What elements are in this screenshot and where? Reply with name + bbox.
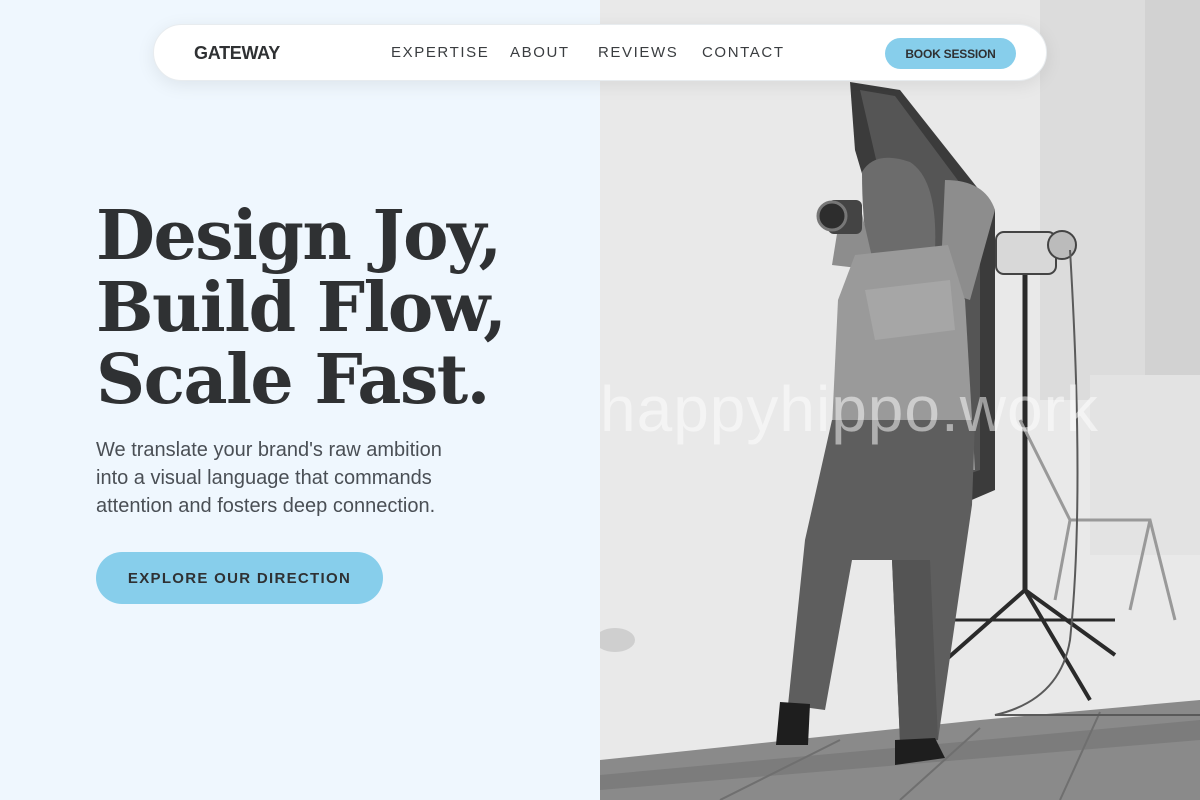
brand-logo[interactable]: GATEWAY — [194, 43, 280, 64]
nav-link-expertise[interactable]: EXPERTISE — [391, 44, 489, 61]
headline-line-1: Design Joy, — [96, 196, 502, 276]
hero-section: Design Joy, Build Flow, Scale Fast. We t… — [0, 0, 600, 800]
nav-link-contact[interactable]: CONTACT — [702, 44, 785, 61]
hero-photo: happyhippo.work — [600, 0, 1200, 800]
subtext-line-3: attention and fosters deep connection. — [96, 495, 436, 517]
nav-link-reviews[interactable]: REVIEWS — [598, 44, 678, 61]
headline-line-3: Scale Fast. — [96, 340, 490, 420]
explore-direction-button[interactable]: EXPLORE OUR DIRECTION — [96, 552, 383, 604]
book-session-button[interactable]: BOOK SESSION — [885, 38, 1016, 69]
headline-line-2: Build Flow, — [96, 268, 507, 348]
top-navbar: GATEWAY EXPERTISE ABOUT REVIEWS CONTACT … — [153, 24, 1047, 81]
hero-headline: Design Joy, Build Flow, Scale Fast. — [96, 196, 507, 420]
nav-link-about[interactable]: ABOUT — [510, 44, 570, 61]
photo-watermark: happyhippo.work — [600, 373, 1099, 445]
subtext-line-1: We translate your brand's raw ambition — [96, 439, 442, 461]
landing-page: Design Joy, Build Flow, Scale Fast. We t… — [0, 0, 1200, 800]
subtext-line-2: into a visual language that commands — [96, 467, 432, 489]
hero-subtext: We translate your brand's raw ambition i… — [96, 436, 496, 520]
